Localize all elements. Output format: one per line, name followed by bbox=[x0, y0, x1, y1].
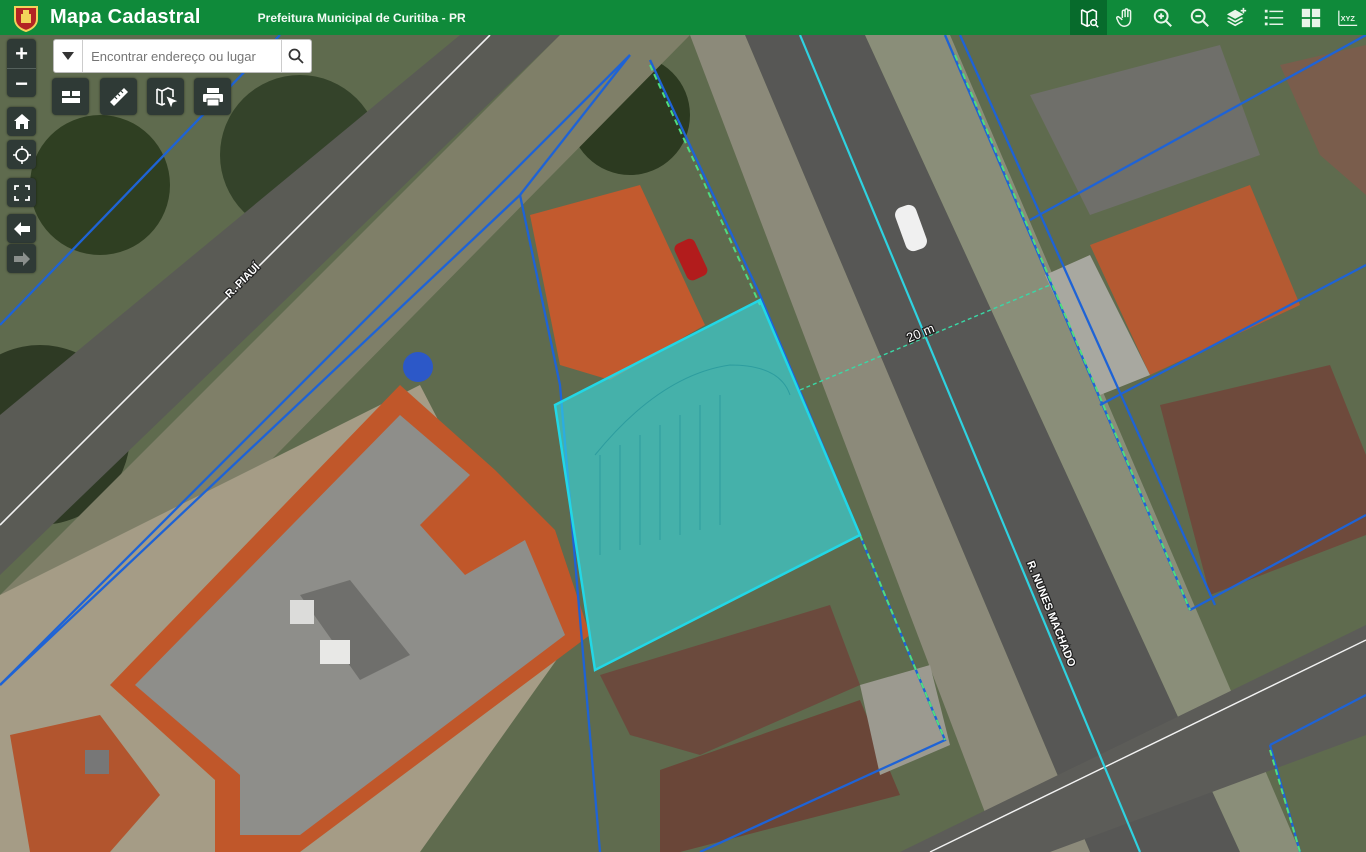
map-cursor-icon bbox=[155, 86, 177, 107]
print-icon bbox=[202, 87, 223, 106]
xyz-label: XYZ bbox=[1340, 13, 1355, 22]
map-imagery: R. PIAUÍ R. NUNES MACHADO 20 m bbox=[0, 35, 1366, 852]
search-source-dropdown[interactable] bbox=[54, 40, 84, 72]
header-bar: Mapa Cadastral Prefeitura Municipal de C… bbox=[0, 0, 1366, 35]
layers-icon bbox=[1226, 7, 1246, 26]
water-tank bbox=[403, 352, 433, 382]
search-icon bbox=[289, 48, 305, 64]
print-button[interactable] bbox=[194, 78, 231, 115]
arrow-right-icon bbox=[13, 251, 30, 266]
search-input[interactable] bbox=[83, 41, 281, 71]
pan-button[interactable] bbox=[1107, 0, 1144, 35]
forward-extent-button[interactable] bbox=[7, 244, 36, 273]
fullscreen-button[interactable] bbox=[7, 178, 36, 207]
arrow-left-icon bbox=[13, 221, 30, 236]
fullscreen-icon bbox=[13, 184, 30, 201]
xyz-coordinates-button[interactable]: XYZ bbox=[1329, 0, 1366, 35]
map-canvas[interactable]: R. PIAUÍ R. NUNES MACHADO 20 m bbox=[0, 35, 1366, 852]
ruler-icon bbox=[109, 87, 128, 106]
home-button[interactable] bbox=[7, 107, 36, 136]
basemap-button[interactable] bbox=[1292, 0, 1329, 35]
zoom-out-button[interactable]: − bbox=[7, 69, 36, 98]
locate-icon bbox=[12, 145, 31, 164]
city-crest-icon bbox=[14, 5, 38, 32]
basemap-grid-icon bbox=[1301, 8, 1320, 27]
identify-icon bbox=[1080, 8, 1099, 28]
swipe-icon bbox=[61, 90, 80, 103]
zoom-in-icon bbox=[1153, 8, 1172, 27]
pan-hand-icon bbox=[1115, 7, 1131, 27]
xyz-icon: XYZ bbox=[1337, 10, 1357, 26]
layers-button[interactable] bbox=[1218, 0, 1255, 35]
zoom-out-tool-button[interactable] bbox=[1181, 0, 1218, 35]
search-button[interactable] bbox=[280, 40, 311, 72]
tree-canopy bbox=[30, 115, 170, 255]
back-extent-button[interactable] bbox=[7, 214, 36, 243]
measure-tool-button[interactable] bbox=[100, 78, 137, 115]
home-icon bbox=[13, 113, 30, 129]
app-subtitle: Prefeitura Municipal de Curitiba - PR bbox=[257, 10, 466, 25]
zoom-in-tool-button[interactable] bbox=[1144, 0, 1181, 35]
legend-list-button[interactable] bbox=[1255, 0, 1292, 35]
search-widget bbox=[53, 39, 312, 73]
app-title: Mapa Cadastral bbox=[50, 6, 201, 28]
list-icon bbox=[1264, 9, 1283, 25]
locate-button[interactable] bbox=[7, 140, 36, 169]
zoom-in-button[interactable]: + bbox=[7, 39, 36, 69]
identify-feature-button[interactable] bbox=[147, 78, 184, 115]
identify-tool-button[interactable] bbox=[1070, 0, 1107, 35]
top-toolbar: XYZ bbox=[1070, 0, 1366, 35]
zoom-out-icon bbox=[1190, 8, 1209, 27]
swipe-tool-button[interactable] bbox=[52, 78, 89, 115]
caret-down-icon bbox=[62, 52, 75, 60]
zoom-controls: + − bbox=[7, 39, 36, 97]
